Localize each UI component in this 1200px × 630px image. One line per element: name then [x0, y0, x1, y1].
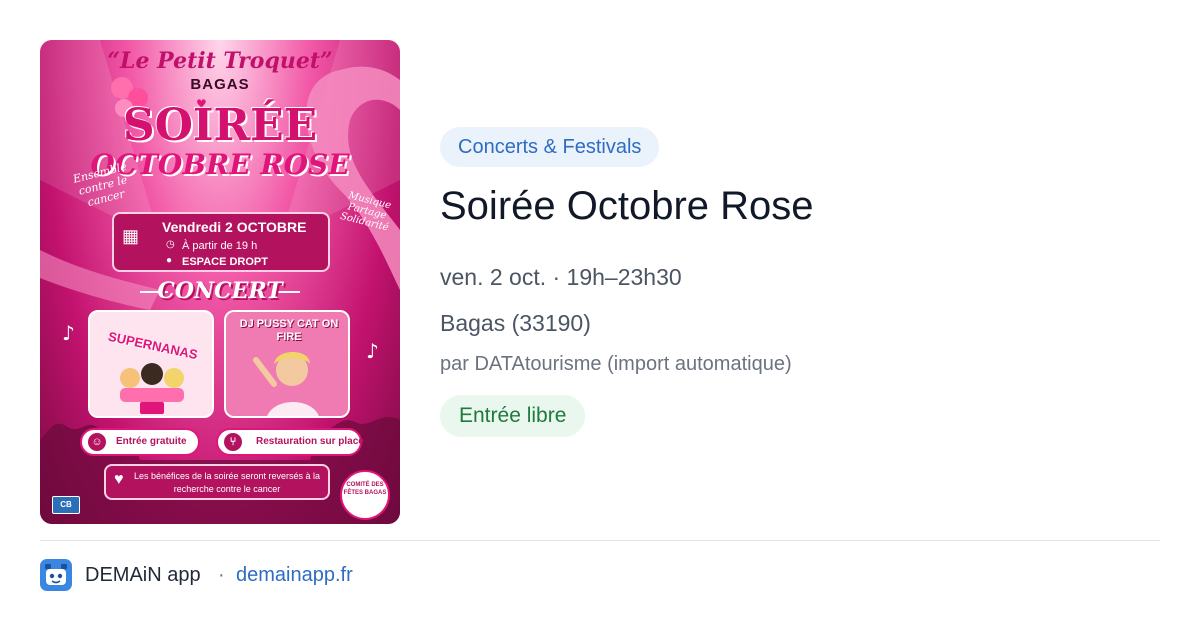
clock-icon: ◷: [166, 239, 175, 250]
poster-brand: “Le Petit Troquet”: [107, 48, 333, 74]
demain-app-logo-art: [45, 564, 67, 585]
music-note-icon: ♪: [366, 339, 379, 363]
poster-benefit-box: ♥ Les bénéfices de la soirée seront reve…: [104, 464, 330, 500]
category-badge[interactable]: Concerts & Festivals: [440, 127, 660, 167]
poster-benefit-text: Les bénéfices de la soirée seront revers…: [133, 471, 321, 494]
event-title: Soirée Octobre Rose: [440, 184, 814, 228]
footer-separator: ·: [218, 564, 225, 586]
event-location: Bagas (33190): [440, 310, 591, 336]
card-payment-logo: CB: [52, 496, 80, 514]
poster-venue: ESPACE DROPT: [182, 256, 268, 268]
price-badge: Entrée libre: [440, 395, 586, 437]
poster-perk1-label: Entrée gratuite: [116, 436, 187, 447]
poster-organizer-badge: COMITÉ DES FÊTES BAGAS: [340, 470, 390, 520]
poster-perk2-label: Restauration sur place: [256, 436, 364, 447]
poster-perk-free-entry: ☺ Entrée gratuite: [80, 428, 200, 456]
poster-concert-label: CONCERT: [157, 278, 283, 304]
heart-icon: ♥: [114, 471, 124, 488]
event-poster-image: ♪ ♪ ♥ “Le Petit Troquet” BAGAS SOIRÉE OC…: [40, 40, 400, 524]
app-name: DEMAiN app: [85, 564, 201, 586]
calendar-icon: ▦: [122, 226, 140, 246]
cartoon-trio-illustration: [120, 363, 184, 414]
poster-act-card-supernanas: SUPERNANAS: [88, 310, 214, 418]
poster-act-card-dj: DJ PUSSY CAT ON FIRE: [224, 310, 350, 418]
footer-divider: [40, 540, 1160, 541]
demain-app-logo-icon[interactable]: [40, 559, 72, 591]
poster-date: Vendredi 2 OCTOBRE: [162, 219, 307, 235]
poster-date-box: ▦ Vendredi 2 OCTOBRE ◷ À partir de 19 h …: [112, 212, 330, 272]
event-datetime: ven. 2 oct. · 19h–23h30: [440, 264, 682, 290]
pin-icon: ●: [166, 255, 173, 266]
people-icon: ☺: [88, 433, 106, 451]
poster-town: BAGAS: [190, 76, 250, 93]
event-source: par DATAtourisme (import automatique): [440, 353, 792, 375]
poster-time: À partir de 19 h: [182, 240, 258, 252]
app-domain-link[interactable]: demainapp.fr: [236, 564, 353, 587]
poster-perk-food: ⑂ Restauration sur place: [216, 428, 364, 456]
poster-headline: SOIRÉE: [122, 100, 318, 151]
fork-knife-icon: ⑂: [224, 433, 242, 451]
dj-portrait-illustration: [253, 352, 319, 416]
music-note-icon: ♪: [62, 321, 75, 345]
